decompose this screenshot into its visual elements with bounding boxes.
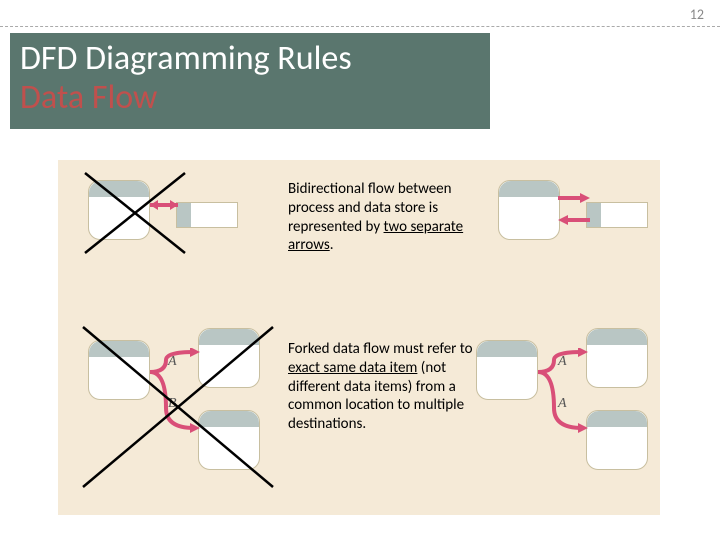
rule2-part0: Forked data flow must refer to — [288, 340, 473, 358]
rule-text-2: Forked data flow must refer to exact sam… — [288, 340, 478, 434]
rule2-underline: exact same data item — [288, 359, 417, 377]
rule1-part2: . — [330, 236, 334, 254]
process-box — [198, 410, 260, 470]
process-box — [88, 180, 150, 240]
process-box — [586, 410, 648, 470]
slide-title: DFD Diagramming Rules Data Flow — [10, 33, 490, 129]
rule-text-1: Bidirectional flow between process and d… — [288, 180, 478, 255]
process-box — [88, 340, 150, 400]
process-box — [498, 180, 560, 240]
title-line-2: Data Flow — [20, 78, 480, 117]
header-divider — [0, 26, 720, 27]
flow-label: A — [168, 354, 177, 370]
title-line-1: DFD Diagramming Rules — [20, 39, 480, 78]
flow-label: B — [168, 396, 177, 412]
data-store-box — [586, 202, 648, 228]
flow-label: A — [558, 396, 567, 412]
process-box — [476, 340, 538, 400]
flow-label: A — [558, 354, 567, 370]
page-number: 12 — [690, 6, 704, 23]
process-box — [586, 328, 648, 388]
data-store-box — [176, 202, 238, 228]
process-box — [198, 328, 260, 388]
diagram-canvas: Bidirectional flow between process and d… — [58, 160, 660, 515]
